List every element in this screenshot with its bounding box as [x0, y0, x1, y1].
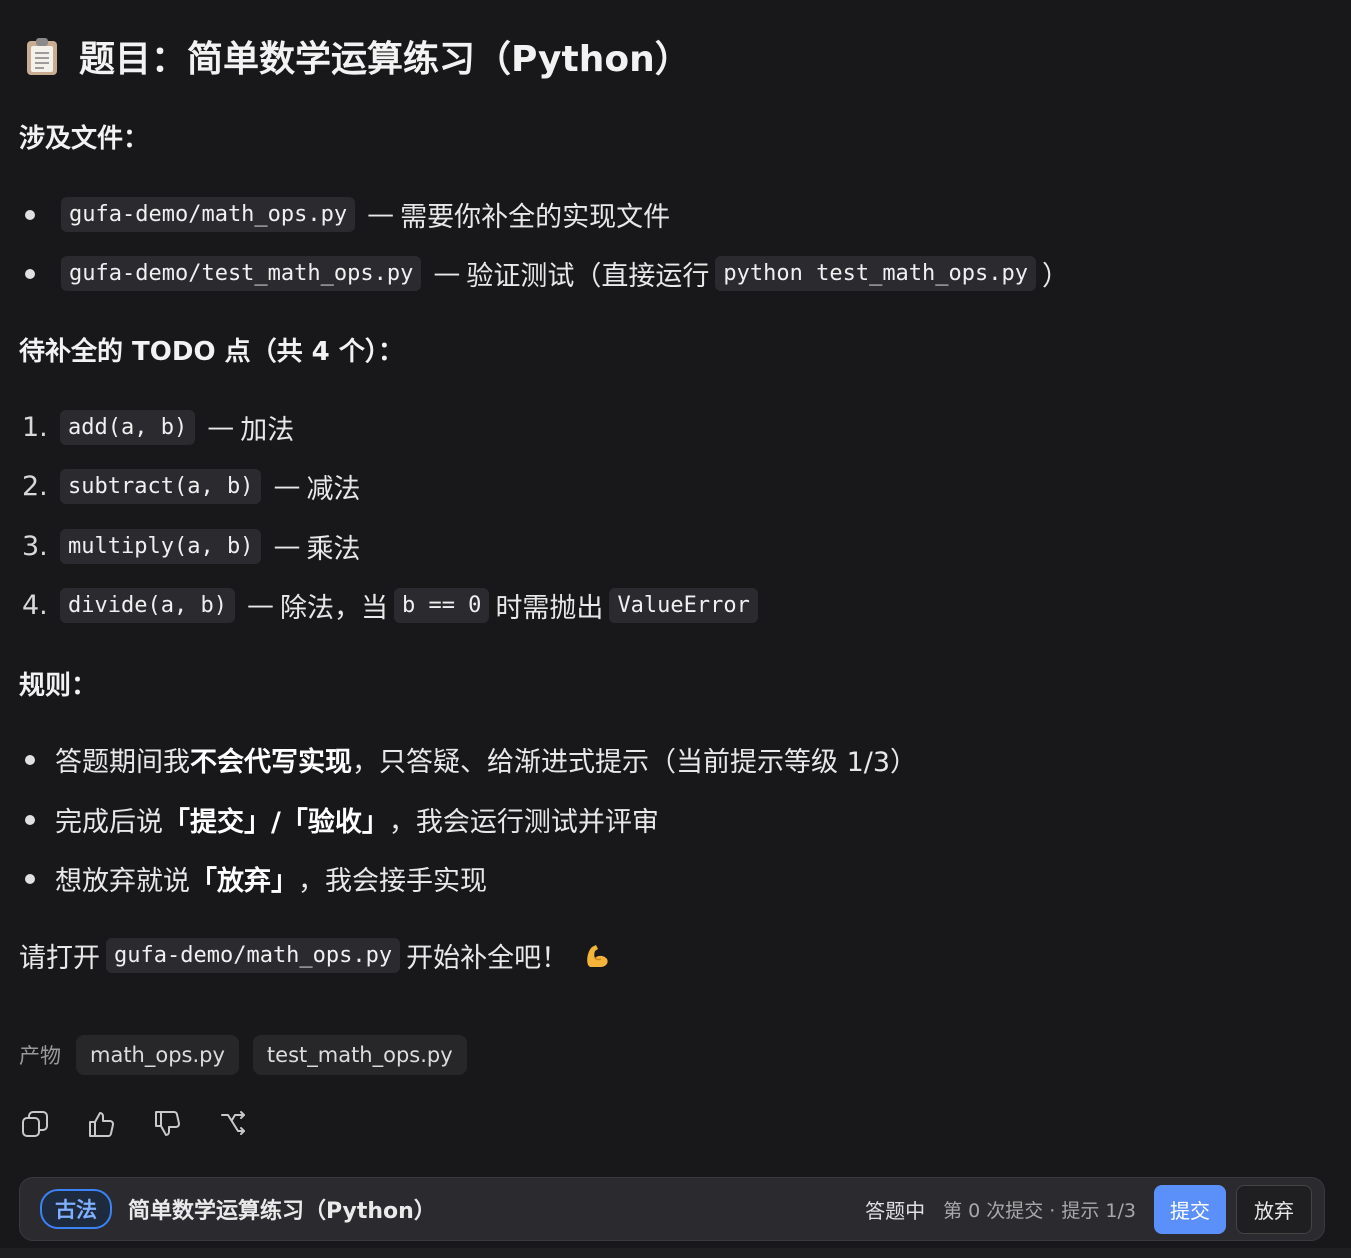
submission-meta: 第 0 次提交 · 提示 1/3 [943, 1199, 1136, 1222]
todo-desc: 减法 [306, 474, 361, 505]
artifact-chip-test-math-ops[interactable]: test_math_ops.py [252, 1035, 467, 1075]
rule-item: 答题期间我 不会代写实现 ，只答疑、给渐进式提示（当前提示等级 1/3） [19, 740, 917, 779]
page-title: 题目：简单数学运算练习（Python） [27, 30, 691, 82]
page-title-text: 题目：简单数学运算练习（Python） [79, 39, 691, 80]
todo-desc-2: 时需抛出 [495, 593, 604, 624]
todo-code: divide(a, b) [60, 588, 235, 623]
todo-heading: 待补全的 TODO 点（共 4 个）： [19, 337, 404, 367]
thumbs-down-icon[interactable] [151, 1108, 183, 1140]
mode-tag: 古法 [40, 1189, 112, 1229]
exception-code: ValueError [609, 588, 758, 623]
bullet [25, 209, 35, 220]
bullet [25, 873, 35, 884]
todo-item: 1. add(a, b) — 加法 [19, 408, 294, 447]
todo-desc: 除法，当 [279, 593, 388, 624]
clipboard-icon [27, 37, 57, 75]
rule-item: 想放弃就说 「放弃」 ，我会接手实现 [19, 859, 487, 898]
files-heading: 涉及文件： [19, 124, 150, 154]
task-title: 简单数学运算练习（Python） [128, 1199, 436, 1224]
artifacts-row: 产物 math_ops.py test_math_ops.py [19, 1035, 481, 1075]
artifacts-label: 产物 [19, 1044, 61, 1068]
todo-item: 4. divide(a, b) — 除法，当 b == 0 时需抛出 Value… [19, 586, 764, 625]
todo-code: subtract(a, b) [60, 469, 262, 504]
artifact-chip-math-ops[interactable]: math_ops.py [76, 1035, 239, 1075]
condition-code: b == 0 [393, 588, 490, 623]
bullet [25, 268, 35, 279]
rules-heading: 规则： [19, 671, 98, 701]
flexed-biceps-icon [582, 941, 612, 971]
file-path-code: gufa-demo/math_ops.py [61, 197, 356, 232]
abandon-button[interactable]: 放弃 [1236, 1184, 1312, 1234]
task-status-bar: 古法 简单数学运算练习（Python） 答题中 第 0 次提交 · 提示 1/3… [19, 1177, 1325, 1241]
copy-icon[interactable] [19, 1108, 51, 1140]
branch-icon[interactable] [217, 1108, 249, 1140]
todo-desc: 乘法 [306, 534, 361, 565]
file-item: gufa-demo/test_math_ops.py — 验证测试（直接运行 p… [19, 254, 1069, 293]
file-path-code: gufa-demo/test_math_ops.py [61, 256, 422, 291]
file-item: gufa-demo/math_ops.py — 需要你补全的实现文件 [19, 195, 670, 234]
todo-item: 2. subtract(a, b) — 减法 [19, 467, 360, 506]
input-area-edge [0, 1248, 1351, 1258]
todo-desc: 加法 [240, 415, 295, 446]
bullet [25, 814, 35, 825]
thumbs-up-icon[interactable] [85, 1108, 117, 1140]
todo-code: add(a, b) [60, 410, 196, 445]
closing-line: 请打开 gufa-demo/math_ops.py 开始补全吧！ [19, 936, 612, 975]
rule-item: 完成后说 「提交」/「验收」 ，我会运行测试并评审 [19, 800, 659, 839]
task-status: 答题中 [865, 1198, 926, 1223]
file-path-code: gufa-demo/math_ops.py [106, 938, 401, 973]
message-actions [19, 1108, 283, 1140]
todo-item: 3. multiply(a, b) — 乘法 [19, 527, 360, 566]
file-desc: 验证测试（直接运行 [466, 261, 710, 292]
file-desc: 需要你补全的实现文件 [400, 202, 671, 233]
submit-button[interactable]: 提交 [1154, 1184, 1226, 1234]
run-command-code: python test_math_ops.py [715, 256, 1037, 291]
todo-code: multiply(a, b) [60, 529, 262, 564]
bullet [25, 754, 35, 765]
